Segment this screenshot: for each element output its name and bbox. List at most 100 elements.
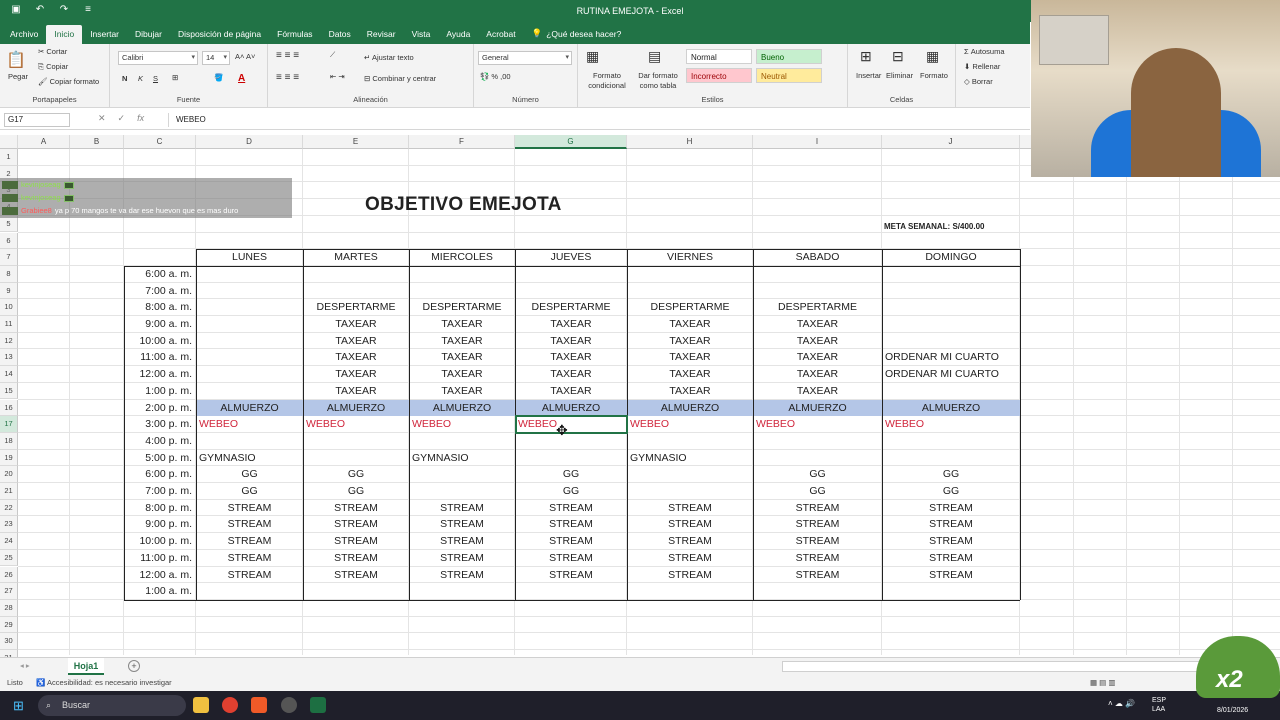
schedule-cell[interactable]: TAXEAR — [627, 383, 753, 400]
grow-font-icon[interactable]: A˄ A˅ — [235, 52, 255, 61]
time-cell[interactable]: 8:00 a. m. — [124, 299, 196, 316]
schedule-cell[interactable]: ALMUERZO — [196, 400, 303, 417]
schedule-cell[interactable]: GG — [753, 466, 882, 483]
column-header-b[interactable]: B — [70, 135, 124, 149]
schedule-cell[interactable]: STREAM — [196, 550, 303, 567]
row-header[interactable]: 26 — [0, 566, 18, 584]
function-icon[interactable]: fx — [137, 113, 144, 127]
fill-button[interactable]: ⬇ Rellenar — [964, 62, 1000, 71]
time-cell[interactable]: 4:00 p. m. — [124, 433, 196, 450]
time-cell[interactable]: 11:00 a. m. — [124, 349, 196, 366]
schedule-cell[interactable]: TAXEAR — [753, 349, 882, 366]
time-cell[interactable]: 11:00 p. m. — [124, 550, 196, 567]
view-buttons[interactable]: ▦ ▤ ▥ — [1090, 675, 1115, 691]
row-header[interactable]: 5 — [0, 215, 18, 233]
schedule-cell[interactable]: GG — [303, 466, 409, 483]
schedule-cell[interactable]: GG — [882, 466, 1020, 483]
row-header[interactable]: 19 — [0, 449, 18, 467]
schedule-cell[interactable]: STREAM — [303, 550, 409, 567]
schedule-cell[interactable]: GG — [515, 483, 627, 500]
column-header-h[interactable]: H — [627, 135, 753, 149]
tab-datos[interactable]: Datos — [321, 25, 359, 44]
schedule-cell[interactable]: TAXEAR — [627, 316, 753, 333]
fill-color-icon[interactable]: 🪣 — [214, 73, 223, 82]
schedule-cell[interactable]: TAXEAR — [515, 366, 627, 383]
schedule-cell[interactable]: TAXEAR — [753, 316, 882, 333]
row-header[interactable]: 18 — [0, 432, 18, 450]
schedule-cell[interactable]: STREAM — [196, 516, 303, 533]
schedule-cell[interactable]: GG — [753, 483, 882, 500]
schedule-cell[interactable]: TAXEAR — [409, 366, 515, 383]
schedule-cell[interactable]: STREAM — [627, 533, 753, 550]
font-name-select[interactable]: Calibri — [118, 51, 198, 65]
style-good[interactable]: Bueno — [756, 49, 822, 64]
row-header[interactable]: 13 — [0, 349, 18, 367]
time-cell[interactable]: 7:00 a. m. — [124, 283, 196, 300]
row-header[interactable]: 9 — [0, 282, 18, 300]
time-cell[interactable]: 1:00 p. m. — [124, 383, 196, 400]
schedule-cell[interactable]: TAXEAR — [303, 316, 409, 333]
schedule-cell[interactable]: DESPERTARME — [515, 299, 627, 316]
schedule-cell[interactable]: DESPERTARME — [753, 299, 882, 316]
copy-button[interactable]: ⎘ Copiar — [38, 62, 68, 72]
taskbar-search[interactable]: ⌕ Buscar — [38, 695, 186, 716]
schedule-cell[interactable]: TAXEAR — [303, 333, 409, 350]
schedule-cell[interactable]: TAXEAR — [409, 333, 515, 350]
align-left-icon[interactable]: ≡ ≡ ≡ — [276, 72, 299, 83]
tell-me-box[interactable]: 💡 ¿Qué desea hacer? — [524, 24, 630, 44]
schedule-cell[interactable]: DESPERTARME — [303, 299, 409, 316]
schedule-cell[interactable]: STREAM — [882, 500, 1020, 517]
insert-cells-icon[interactable]: ⊞ — [860, 48, 872, 65]
schedule-cell[interactable]: STREAM — [196, 567, 303, 584]
indent-icon[interactable]: ⇤ ⇥ — [330, 72, 345, 81]
schedule-cell[interactable]: TAXEAR — [627, 349, 753, 366]
currency-icon[interactable]: 💱 % ,00 — [480, 72, 511, 81]
row-header[interactable]: 30 — [0, 633, 18, 650]
schedule-cell[interactable]: STREAM — [753, 516, 882, 533]
schedule-cell[interactable]: STREAM — [882, 516, 1020, 533]
column-header-c[interactable]: C — [124, 135, 196, 149]
align-top-icon[interactable]: ≡ ≡ ≡ — [276, 50, 299, 61]
underline-button[interactable]: S — [153, 74, 158, 83]
row-header[interactable]: 23 — [0, 516, 18, 534]
time-cell[interactable]: 9:00 p. m. — [124, 516, 196, 533]
schedule-cell[interactable]: STREAM — [753, 567, 882, 584]
tab-disposicion[interactable]: Disposición de página — [170, 25, 269, 44]
row-header[interactable]: 22 — [0, 499, 18, 517]
schedule-cell[interactable]: TAXEAR — [303, 349, 409, 366]
cut-button[interactable]: ✂ Cortar — [38, 47, 67, 56]
schedule-cell[interactable]: STREAM — [409, 516, 515, 533]
row-header[interactable]: 17 — [0, 416, 18, 433]
schedule-cell[interactable]: TAXEAR — [753, 366, 882, 383]
time-cell[interactable]: 1:00 a. m. — [124, 583, 196, 600]
schedule-cell[interactable]: STREAM — [303, 567, 409, 584]
schedule-cell[interactable]: ALMUERZO — [409, 400, 515, 417]
schedule-cell[interactable]: STREAM — [627, 550, 753, 567]
row-header[interactable]: 1 — [0, 149, 18, 166]
row-header[interactable]: 15 — [0, 382, 18, 400]
time-cell[interactable]: 8:00 p. m. — [124, 500, 196, 517]
time-cell[interactable]: 6:00 p. m. — [124, 466, 196, 483]
font-color-icon[interactable]: A — [238, 73, 245, 84]
row-header[interactable]: 29 — [0, 616, 18, 634]
worksheet[interactable]: ABCDEFGHIJ 12345678910111213141516171819… — [0, 135, 1280, 667]
time-cell[interactable]: 10:00 a. m. — [124, 333, 196, 350]
selected-cell[interactable] — [515, 415, 628, 434]
row-header[interactable]: 20 — [0, 466, 18, 483]
schedule-cell[interactable]: ALMUERZO — [882, 400, 1020, 417]
day-header[interactable]: MARTES — [303, 249, 409, 266]
enter-icon[interactable]: ✓ — [118, 113, 126, 127]
schedule-cell[interactable]: STREAM — [515, 567, 627, 584]
column-header-g[interactable]: G — [515, 135, 627, 149]
row-header[interactable]: 27 — [0, 583, 18, 600]
wrap-text-button[interactable]: ↵ Ajustar texto — [364, 53, 414, 62]
schedule-cell[interactable]: TAXEAR — [515, 383, 627, 400]
column-header-a[interactable]: A — [18, 135, 70, 149]
taskbar-date[interactable]: 8/01/2026 — [1217, 707, 1248, 714]
row-header[interactable]: 12 — [0, 332, 18, 350]
schedule-cell[interactable]: GYMNASIO — [409, 450, 515, 467]
row-header[interactable]: 11 — [0, 316, 18, 333]
day-header[interactable]: MIERCOLES — [409, 249, 515, 266]
style-normal[interactable]: Normal — [686, 49, 752, 64]
schedule-cell[interactable]: STREAM — [409, 533, 515, 550]
